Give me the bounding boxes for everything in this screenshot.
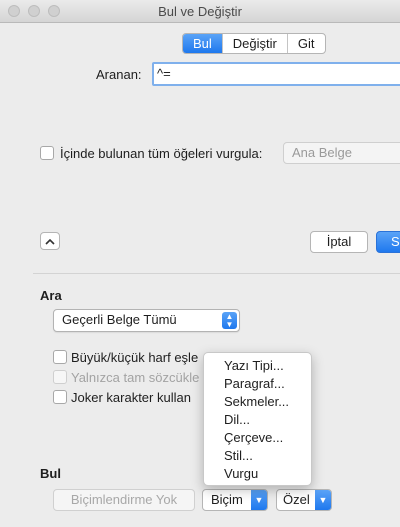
chevron-up-icon <box>45 238 55 245</box>
search-scope-value: Geçerli Belge Tümü <box>62 312 177 327</box>
cancel-button[interactable]: İptal <box>310 231 368 253</box>
divider <box>33 273 400 274</box>
highlight-all-checkbox[interactable] <box>40 146 54 160</box>
no-formatting-button: Biçimlendirme Yok <box>53 489 195 511</box>
menu-item-paragraph[interactable]: Paragraf... <box>204 375 311 393</box>
whole-words-label: Yalnızca tam sözcükle <box>71 370 200 385</box>
wildcards-label: Joker karakter kullan <box>71 390 191 405</box>
highlight-scope-dropdown[interactable]: Ana Belge <box>283 142 400 164</box>
menu-item-font[interactable]: Yazı Tipi... <box>204 357 311 375</box>
mode-tabs: Bul Değiştir Git <box>182 33 326 54</box>
highlight-all-label: İçinde bulunan tüm öğeleri vurgula: <box>60 146 263 161</box>
chevron-down-icon: ▼ <box>251 490 267 510</box>
tab-find[interactable]: Bul <box>183 34 222 53</box>
chevron-down-icon: ▼ <box>315 490 331 510</box>
search-label: Aranan: <box>96 67 142 82</box>
format-button-label: Biçim <box>211 492 243 507</box>
format-menu: Yazı Tipi... Paragraf... Sekmeler... Dil… <box>203 352 312 486</box>
special-button[interactable]: Özel ▼ <box>276 489 332 511</box>
format-button[interactable]: Biçim ▼ <box>202 489 268 511</box>
find-button[interactable]: S <box>376 231 400 253</box>
collapse-button[interactable] <box>40 232 60 250</box>
title-bar: Bul ve Değiştir <box>0 0 400 23</box>
menu-item-tabs[interactable]: Sekmeler... <box>204 393 311 411</box>
menu-item-highlight[interactable]: Vurgu <box>204 465 311 483</box>
wildcards-checkbox[interactable] <box>53 390 67 404</box>
search-scope-popup[interactable]: Geçerli Belge Tümü ▲ ▼ <box>53 309 240 332</box>
whole-words-checkbox <box>53 370 67 384</box>
special-button-label: Özel <box>283 492 310 507</box>
menu-item-frame[interactable]: Çerçeve... <box>204 429 311 447</box>
window-title: Bul ve Değiştir <box>158 4 242 19</box>
find-section-heading: Bul <box>40 466 61 481</box>
tab-replace[interactable]: Değiştir <box>221 34 287 53</box>
match-case-label: Büyük/küçük harf eşle <box>71 350 199 365</box>
stepper-icon: ▲ ▼ <box>222 312 237 329</box>
match-case-checkbox[interactable] <box>53 350 67 364</box>
menu-item-style[interactable]: Stil... <box>204 447 311 465</box>
menu-item-language[interactable]: Dil... <box>204 411 311 429</box>
search-section-heading: Ara <box>40 288 62 303</box>
search-input-value: ^= <box>157 66 171 81</box>
tab-goto[interactable]: Git <box>286 34 325 53</box>
search-input[interactable]: ^= <box>152 62 400 86</box>
